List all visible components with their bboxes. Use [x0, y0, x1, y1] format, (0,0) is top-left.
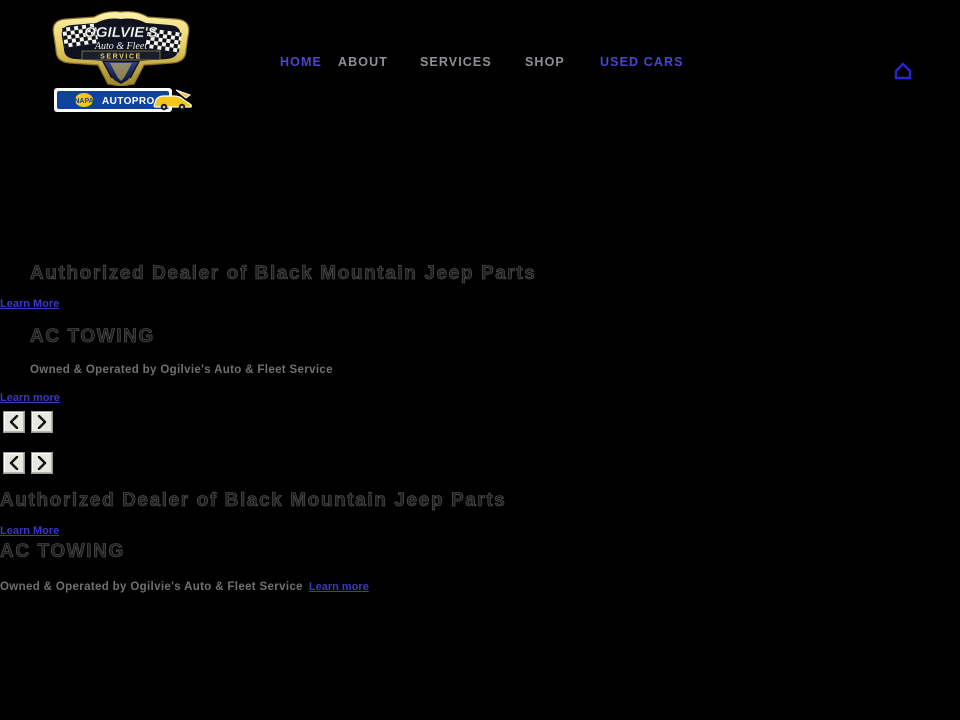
- slide-subtitle: Owned & Operated by Ogilvie's Auto & Fle…: [0, 581, 303, 593]
- carousel-controls: [3, 411, 53, 433]
- carousel-controls: [3, 452, 53, 474]
- chevron-right-icon: [37, 456, 47, 470]
- svg-text:SERVICE: SERVICE: [100, 53, 142, 60]
- nav-item-shop[interactable]: SHOP: [525, 52, 565, 72]
- slide-title: AC TOWING: [30, 326, 155, 348]
- slide-title: AC TOWING: [0, 541, 125, 563]
- svg-text:OGILVIE'S: OGILVIE'S: [84, 24, 158, 41]
- svg-text:Auto & Fleet: Auto & Fleet: [94, 41, 147, 52]
- carousel-prev-button[interactable]: [3, 452, 25, 474]
- carousel-next-button[interactable]: [31, 452, 53, 474]
- nav-item-home[interactable]: HOME: [280, 52, 322, 72]
- svg-text:AUTOPRO: AUTOPRO: [102, 96, 155, 107]
- slide-learn-more-link[interactable]: Learn more: [309, 581, 369, 593]
- slide-title: Authorized Dealer of Black Mountain Jeep…: [30, 263, 537, 285]
- slide-learn-more-link[interactable]: Learn More: [0, 525, 59, 537]
- chevron-left-icon: [9, 415, 19, 429]
- nav-item-services[interactable]: SERVICES: [420, 52, 492, 72]
- site-header: OGILVIE'S Auto & Fleet SERVICE NAPA AUTO…: [0, 0, 960, 125]
- nav-item-about[interactable]: ABOUT: [338, 52, 388, 72]
- slide-subtitle-row: Owned & Operated by Ogilvie's Auto & Fle…: [0, 577, 369, 595]
- chevron-right-icon: [37, 415, 47, 429]
- slide-subtitle: Owned & Operated by Ogilvie's Auto & Fle…: [30, 364, 333, 376]
- chevron-left-icon: [9, 456, 19, 470]
- slide-learn-more-link[interactable]: Learn More: [0, 298, 59, 310]
- site-logo[interactable]: OGILVIE'S Auto & Fleet SERVICE NAPA AUTO…: [36, 6, 206, 118]
- main-navigation: HOME ABOUT SERVICES SHOP USED CARS: [270, 52, 700, 74]
- nav-item-used-cars[interactable]: USED CARS: [600, 52, 684, 72]
- ogilvies-logo-icon: OGILVIE'S Auto & Fleet SERVICE: [52, 10, 190, 86]
- svg-text:NAPA: NAPA: [74, 98, 93, 105]
- slide-learn-more-link[interactable]: Learn more: [0, 392, 60, 404]
- carousel-next-button[interactable]: [31, 411, 53, 433]
- slide-title: Authorized Dealer of Black Mountain Jeep…: [0, 490, 507, 512]
- carousel-prev-button[interactable]: [3, 411, 25, 433]
- home-icon[interactable]: [894, 62, 912, 80]
- napa-autopro-banner-icon: NAPA AUTOPRO: [54, 88, 192, 112]
